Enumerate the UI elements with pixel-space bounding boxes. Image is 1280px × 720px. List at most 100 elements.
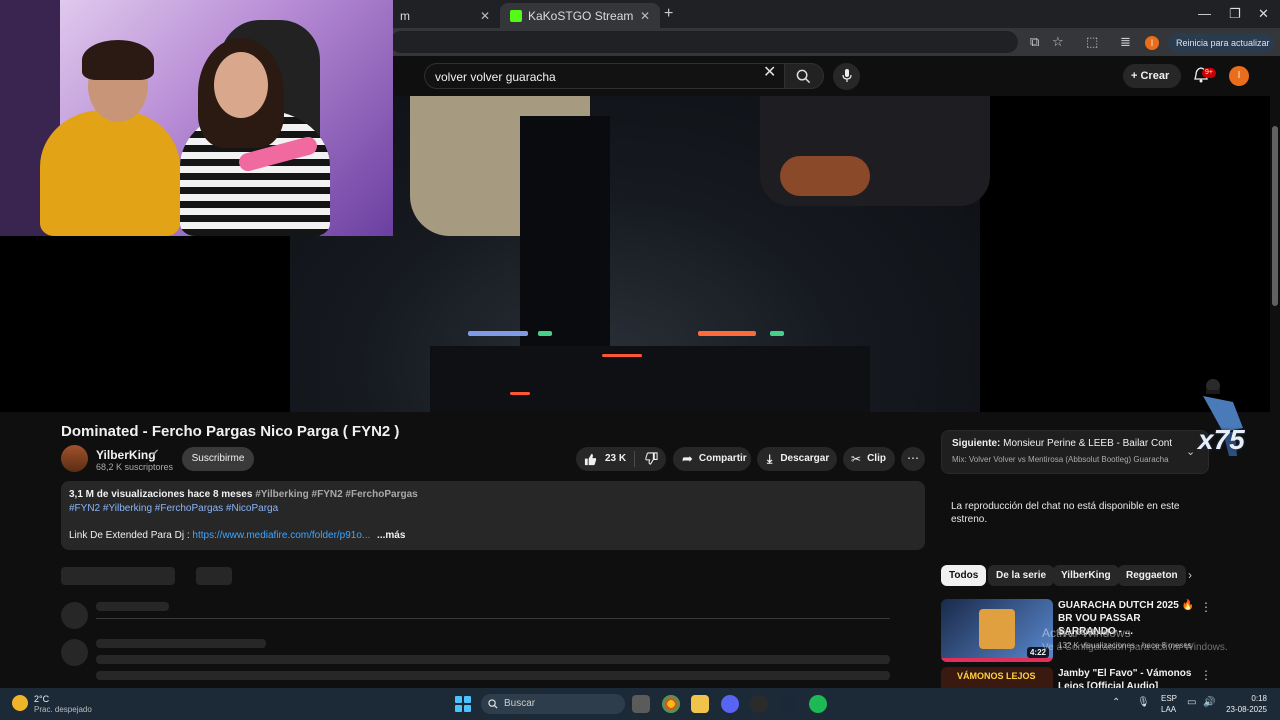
description-hashtags[interactable]: #FYN2 #Yilberking #FerchoPargas #NicoPar… [69, 502, 917, 516]
share-button[interactable]: ➦ Compartir [673, 447, 751, 471]
up-next-mix: Mix: Volver Volver vs Mentirosa (Abbsolu… [952, 455, 1169, 464]
download-button[interactable]: ⤓ Descargar [757, 447, 837, 471]
streamer-facecam [0, 0, 393, 236]
more-actions-icon[interactable]: ⋯ [901, 447, 925, 471]
like-button[interactable]: 23 K [576, 447, 634, 471]
sort-skeleton [196, 567, 232, 585]
input-language[interactable]: ESP [1161, 694, 1177, 703]
taskbar-search-box[interactable]: Buscar [481, 694, 625, 714]
chevron-right-icon[interactable]: › [1188, 568, 1192, 582]
controller-led-red [510, 392, 530, 395]
search-input[interactable]: volver volver guaracha [424, 63, 784, 89]
up-next-card[interactable]: Siguiente: Monsieur Perine & LEEB - Bail… [941, 430, 1209, 474]
scissors-icon: ✂ [851, 452, 862, 466]
close-window-icon[interactable]: ✕ [1258, 6, 1269, 22]
voice-search-button[interactable] [833, 63, 860, 90]
comment-avatar-skeleton [61, 639, 88, 666]
video-description[interactable]: 3,1 M de visualizaciones hace 8 meses #Y… [61, 481, 925, 550]
discord-icon[interactable] [721, 695, 739, 713]
download-icon: ⤓ [767, 452, 773, 466]
network-icon[interactable]: ▭ [1187, 697, 1196, 708]
dancer-2-accent [780, 156, 870, 196]
file-explorer-icon[interactable] [691, 695, 709, 713]
clock-time[interactable]: 0:18 [1241, 694, 1267, 703]
mediafire-link[interactable]: https://www.mediafire.com/folder/p91o... [192, 530, 370, 541]
chrome-taskbar-icon[interactable] [662, 695, 680, 713]
recommendation-menu-icon[interactable]: ⋮ [1200, 668, 1212, 682]
video-title: Dominated - Fercho Pargas Nico Parga ( F… [61, 423, 400, 440]
chip-channel[interactable]: YilberKing [1053, 565, 1119, 586]
task-view-icon[interactable] [632, 695, 650, 713]
thumbnail-text: VÁMONOS LEJOS [957, 671, 1036, 681]
controller-led-green [538, 331, 552, 336]
emote-combo-count: x75 [1198, 424, 1245, 455]
weather-temperature[interactable]: 2°C [34, 694, 49, 704]
dislike-button[interactable] [635, 447, 658, 471]
verified-badge-icon: ✔ [151, 448, 160, 459]
extensions-icon[interactable]: ⬚ [1086, 34, 1098, 50]
tray-overflow-icon[interactable]: ⌃ [1112, 697, 1120, 708]
weather-description: Prac. despejado [34, 705, 92, 714]
close-tab-icon[interactable]: ✕ [480, 9, 490, 23]
scroll-thumb[interactable] [1272, 126, 1278, 306]
restore-icon[interactable]: ❐ [1229, 6, 1241, 22]
weather-sun-icon[interactable] [12, 695, 28, 711]
clip-label: Clip [867, 453, 886, 464]
recommendation-thumbnail[interactable]: VÁMONOS LEJOS [941, 667, 1053, 688]
browser-tab-1[interactable]: m ✕ [390, 3, 500, 28]
chip-series[interactable]: De la serie [988, 565, 1055, 586]
recommendation-title[interactable]: Jamby "El Favo" - Vámonos Lejos [Officia… [1058, 667, 1198, 688]
person-left-hair [82, 40, 154, 80]
share-label: Compartir [698, 453, 747, 464]
cast-icon[interactable]: ⧉ [1030, 34, 1039, 50]
up-next-label: Siguiente: [952, 438, 1001, 449]
stats-hashtags[interactable]: #Yilberking #FYN2 #FerchoPargas [255, 489, 417, 500]
dancer-legs [520, 116, 610, 346]
channel-name[interactable]: YilberKing [96, 448, 156, 462]
thumbnail-art [979, 609, 1015, 649]
share-arrow-icon: ➦ [682, 451, 693, 466]
like-count: 23 K [605, 453, 627, 464]
search-icon [796, 69, 811, 84]
create-button[interactable]: + Crear [1123, 64, 1181, 88]
chat-unavailable-message: La reproducción del chat no está disponi… [951, 501, 1180, 525]
volume-icon[interactable]: 🔊 [1203, 697, 1215, 708]
show-more-link[interactable]: ...más [377, 530, 405, 541]
controller-led-green [770, 331, 784, 336]
search-button[interactable] [784, 63, 824, 89]
media-controls-icon[interactable]: ≣ [1120, 34, 1131, 50]
clip-button[interactable]: ✂ Clip [843, 447, 895, 471]
microphone-tray-icon[interactable]: 🎙 [1137, 697, 1150, 708]
clear-search-icon[interactable]: ✕ [763, 62, 776, 82]
comment-text-skeleton [96, 671, 890, 680]
activate-windows-watermark: Activar Windows [1042, 626, 1131, 640]
video-frame[interactable] [290, 96, 990, 412]
page-scrollbar[interactable] [1270, 56, 1280, 688]
steam-icon[interactable] [779, 695, 797, 713]
recommendation-menu-icon[interactable]: ⋮ [1200, 600, 1212, 614]
obs-icon[interactable] [750, 695, 768, 713]
minimize-icon[interactable]: — [1198, 6, 1211, 21]
subscribe-button[interactable]: Suscribirme [182, 447, 254, 471]
chip-all[interactable]: Todos [941, 565, 987, 586]
bookmark-star-icon[interactable]: ☆ [1052, 34, 1064, 50]
recommendation-thumbnail[interactable]: 4:22 [941, 599, 1053, 662]
spotify-icon[interactable] [809, 695, 827, 713]
subscriber-count: 68,2 K suscriptores [96, 462, 174, 472]
chip-reggaeton[interactable]: Reggaeton [1118, 565, 1186, 586]
new-tab-icon[interactable]: + [664, 5, 673, 23]
input-layout[interactable]: LAA [1161, 705, 1176, 714]
update-button[interactable]: Reinicia para actualizar [1168, 33, 1274, 53]
comment-avatar-skeleton [61, 602, 88, 629]
windows-start-icon[interactable] [455, 696, 471, 712]
search-query: volver volver guaracha [435, 70, 556, 84]
close-tab-icon[interactable]: ✕ [640, 9, 650, 23]
thumbs-up-icon [584, 453, 597, 465]
browser-profile-avatar[interactable]: I [1145, 36, 1159, 50]
channel-avatar[interactable] [61, 445, 88, 472]
clock-date[interactable]: 23-08-2025 [1218, 705, 1267, 714]
address-bar[interactable] [390, 31, 1018, 53]
account-avatar[interactable]: I [1229, 66, 1249, 86]
browser-tab-2[interactable]: KaKoSTGO Stream - Watch Live ✕ [500, 3, 660, 28]
